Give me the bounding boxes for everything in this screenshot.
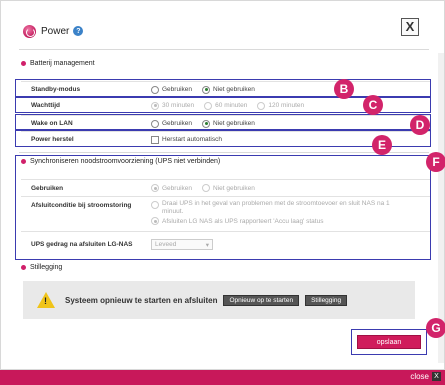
divider xyxy=(19,152,429,153)
scrollbar[interactable] xyxy=(438,53,444,363)
badge-e: E xyxy=(372,135,392,155)
annotation-box-e xyxy=(15,130,431,147)
footer-close[interactable]: close X xyxy=(410,372,441,381)
annotation-box-d xyxy=(15,114,431,130)
power-dialog: Power ? X Batterij management Standby-mo… xyxy=(0,0,445,370)
annotation-box-b xyxy=(15,79,431,97)
restart-text: Systeem opnieuw te starten en afsluiten xyxy=(65,295,218,305)
close-icon[interactable]: X xyxy=(432,372,441,381)
close-icon[interactable]: X xyxy=(401,18,419,36)
page-title: Power xyxy=(41,25,70,37)
section-title: Batterij management xyxy=(30,60,95,67)
section-shutdown-heading: Stillegging xyxy=(21,264,62,271)
annotation-box-f xyxy=(15,155,431,260)
divider xyxy=(19,49,429,50)
warning-icon: ! xyxy=(37,292,55,308)
bullet-icon xyxy=(21,61,26,66)
dialog-header: Power ? xyxy=(23,21,84,41)
restart-button[interactable]: Opnieuw op te starten xyxy=(223,294,300,306)
save-button[interactable]: opslaan xyxy=(357,335,421,349)
help-icon[interactable]: ? xyxy=(73,26,84,36)
section-title: Stillegging xyxy=(30,264,63,271)
section-battery-heading: Batterij management xyxy=(21,60,95,67)
close-label: close xyxy=(410,372,429,381)
power-icon xyxy=(23,24,36,38)
shutdown-button[interactable]: Stillegging xyxy=(305,294,348,306)
restart-panel: ! Systeem opnieuw te starten en afsluite… xyxy=(23,281,415,319)
footer-bar: close X xyxy=(0,370,445,385)
badge-c: C xyxy=(363,95,383,115)
badge-b: B xyxy=(334,79,354,99)
badge-d: D xyxy=(410,115,430,135)
badge-g: G xyxy=(426,318,445,338)
bullet-icon xyxy=(21,265,26,270)
badge-f: F xyxy=(426,152,445,172)
